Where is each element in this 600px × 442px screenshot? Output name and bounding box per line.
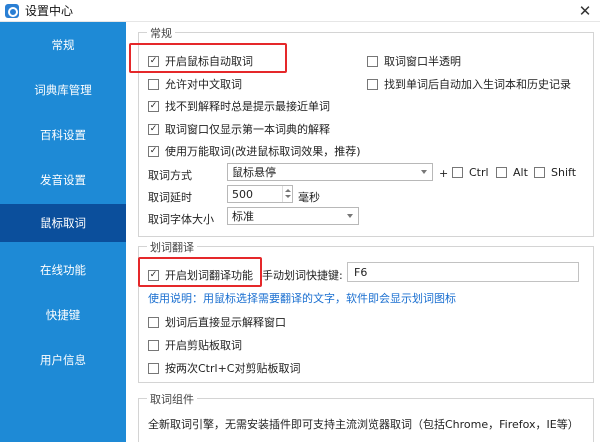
translucent-checkbox[interactable] [367,55,378,67]
sidebar-item-hotkeys[interactable]: 快捷键 [0,296,126,334]
clipboard-option[interactable]: 开启剪贴板取词 [148,337,242,353]
ctrl-label: Ctrl [469,166,489,179]
add-to-history-checkbox[interactable] [367,78,378,90]
show-after-label: 划词后直接显示解释窗口 [165,316,286,329]
sidebar-item-mouse-lookup[interactable]: 鼠标取词 [0,204,126,242]
first-dict-label: 取词窗口仅显示第一本词典的解释 [165,123,330,136]
sidebar-item-pronunciation[interactable]: 发音设置 [0,161,126,199]
lookup-method-value: 鼠标悬停 [232,166,276,179]
translate-group-title: 划词翻译 [147,239,197,255]
plus-sign: + [439,167,449,180]
alt-label: Alt [513,166,528,179]
allow-chinese-checkbox[interactable] [148,78,159,90]
sidebar: 常规 词典库管理 百科设置 发音设置 鼠标取词 在线功能 快捷键 用户信息 [0,22,126,442]
universal-lookup-label: 使用万能取词(改进鼠标取词效果，推荐) [165,145,361,158]
nearest-word-option[interactable]: ✓ 找不到解释时总是提示最接近单词 [148,98,330,114]
highlight-enable-translate [138,257,262,287]
show-after-checkbox[interactable] [148,316,159,328]
caret-down-icon[interactable] [285,195,291,198]
app-logo-icon [5,3,19,18]
font-size-value: 标准 [232,210,254,223]
general-group-title: 常规 [147,25,175,41]
chevron-down-icon [421,170,427,174]
title-bar: 设置中心 ✕ [0,0,600,22]
hotkey-input[interactable]: F6 [347,262,579,282]
spinner-buttons[interactable] [282,186,292,202]
ctrl-c-twice-label: 按两次Ctrl+C对剪贴板取词 [165,362,301,375]
hotkey-label: 手动划词快捷键: [262,269,343,282]
universal-lookup-checkbox[interactable]: ✓ [148,145,159,157]
ctrl-checkbox[interactable] [452,167,463,178]
delay-label: 取词延时 [148,191,192,204]
add-to-history-label: 找到单词后自动加入生词本和历史记录 [384,78,571,91]
ctrl-c-twice-option[interactable]: 按两次Ctrl+C对剪贴板取词 [148,360,300,376]
clipboard-checkbox[interactable] [148,339,159,351]
universal-lookup-option[interactable]: ✓ 使用万能取词(改进鼠标取词效果，推荐) [148,143,361,159]
caret-up-icon[interactable] [285,189,291,192]
first-dict-checkbox[interactable]: ✓ [148,123,159,135]
allow-chinese-option[interactable]: 允许对中文取词 [148,76,242,92]
hotkey-value: F6 [354,265,368,279]
shift-label: Shift [551,166,577,179]
font-size-select[interactable]: 标准 [227,207,359,225]
delay-value: 500 [232,187,253,201]
lookup-method-select[interactable]: 鼠标悬停 [227,163,433,181]
highlight-auto-lookup [129,43,287,73]
component-group-title: 取词组件 [147,391,197,407]
usage-hint: 使用说明：用鼠标选择需要翻译的文字，软件即会显示划词图标 [148,292,456,305]
font-size-label: 取词字体大小 [148,213,214,226]
delay-spinner[interactable]: 500 [227,185,293,203]
translucent-option[interactable]: 取词窗口半透明 [367,53,461,69]
shift-checkbox[interactable] [534,167,545,178]
delay-unit: 毫秒 [298,191,320,204]
sidebar-item-online[interactable]: 在线功能 [0,251,126,289]
nearest-word-label: 找不到解释时总是提示最接近单词 [165,100,330,113]
allow-chinese-label: 允许对中文取词 [165,78,242,91]
sidebar-item-general[interactable]: 常规 [0,26,126,64]
component-description: 全新取词引擎，无需安装插件即可支持主流浏览器取词（包括Chrome，Firefo… [148,418,579,431]
ctrl-c-twice-checkbox[interactable] [148,362,159,374]
sidebar-item-user-info[interactable]: 用户信息 [0,341,126,379]
ctrl-option[interactable]: Ctrl [452,166,489,179]
close-button[interactable]: ✕ [576,2,594,20]
chevron-down-icon [347,214,353,218]
shift-option[interactable]: Shift [534,166,576,179]
clipboard-label: 开启剪贴板取词 [165,339,242,352]
lookup-method-label: 取词方式 [148,169,192,182]
alt-checkbox[interactable] [496,167,507,178]
settings-panel: 常规 ✓ 开启鼠标自动取词 取词窗口半透明 允许对中文取词 找到单词后自动加入生… [126,22,600,442]
window-title: 设置中心 [25,4,74,18]
nearest-word-checkbox[interactable]: ✓ [148,100,159,112]
alt-option[interactable]: Alt [496,166,528,179]
sidebar-item-encyclopedia[interactable]: 百科设置 [0,116,126,154]
first-dict-option[interactable]: ✓ 取词窗口仅显示第一本词典的解释 [148,121,330,137]
translucent-label: 取词窗口半透明 [384,55,461,68]
add-to-history-option[interactable]: 找到单词后自动加入生词本和历史记录 [367,76,571,92]
sidebar-item-dictionary-manager[interactable]: 词典库管理 [0,71,126,109]
show-after-option[interactable]: 划词后直接显示解释窗口 [148,314,286,330]
